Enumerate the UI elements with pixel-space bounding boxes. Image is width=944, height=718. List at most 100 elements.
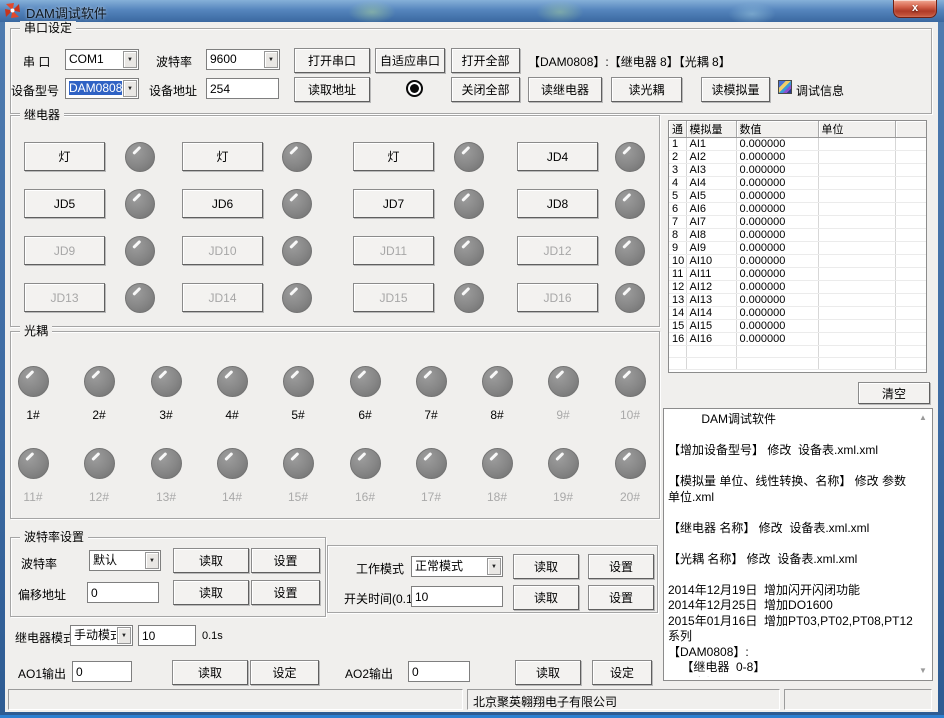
- read-address-button[interactable]: 读取地址: [294, 77, 370, 102]
- close-button[interactable]: x: [893, 0, 937, 18]
- open-port-button[interactable]: 打开串口: [294, 48, 370, 73]
- table-row[interactable]: 5AI50.000000: [669, 190, 926, 203]
- relay-button-7[interactable]: JD7: [353, 189, 434, 218]
- dropdown-arrow-icon[interactable]: ▼: [145, 552, 159, 569]
- table-row[interactable]: 15AI150.000000: [669, 320, 926, 333]
- table-cell: [895, 151, 926, 164]
- dropdown-arrow-icon[interactable]: ▼: [487, 558, 501, 575]
- ao1-input[interactable]: [72, 661, 132, 682]
- workmode-group: 工作模式 正常模式 ▼ 读取 设置 开关时间(0.1s) 读取 设置: [327, 545, 658, 613]
- offset-set-button[interactable]: 设置: [251, 580, 320, 605]
- table-cell: 0.000000: [736, 229, 818, 242]
- table-cell: 0.000000: [736, 333, 818, 346]
- table-row[interactable]: 11AI110.000000: [669, 268, 926, 281]
- relay-button-6[interactable]: JD6: [182, 189, 263, 218]
- table-row[interactable]: 3AI30.000000: [669, 164, 926, 177]
- relay-mode-time-input[interactable]: [138, 625, 196, 646]
- opto-led-1: [18, 366, 49, 397]
- table-row[interactable]: [669, 358, 926, 370]
- table-cell: 16: [669, 333, 686, 346]
- table-cell: 11: [669, 268, 686, 281]
- table-cell: AI12: [686, 281, 736, 294]
- table-row[interactable]: 7AI70.000000: [669, 216, 926, 229]
- table-row[interactable]: 4AI40.000000: [669, 177, 926, 190]
- table-cell: [818, 229, 895, 242]
- table-row[interactable]: 14AI140.000000: [669, 307, 926, 320]
- relay-led-1: [125, 142, 155, 172]
- table-row[interactable]: 8AI80.000000: [669, 229, 926, 242]
- clear-button[interactable]: 清空: [858, 382, 930, 404]
- relay-button-1[interactable]: 灯: [24, 142, 105, 171]
- opto-led-8: [482, 366, 513, 397]
- read-analog-button[interactable]: 读模拟量: [701, 77, 770, 102]
- table-row[interactable]: 10AI100.000000: [669, 255, 926, 268]
- dropdown-arrow-icon[interactable]: ▼: [117, 627, 131, 644]
- scroll-down-icon[interactable]: ▼: [917, 665, 929, 677]
- table-row[interactable]: 1AI10.000000: [669, 138, 926, 151]
- table-row[interactable]: 6AI60.000000: [669, 203, 926, 216]
- table-cell: [818, 320, 895, 333]
- table-cell: [895, 294, 926, 307]
- scroll-up-icon[interactable]: ▲: [917, 412, 929, 424]
- read-opto-button[interactable]: 读光耦: [611, 77, 682, 102]
- workmode-read-button[interactable]: 读取: [513, 554, 579, 579]
- adaptive-port-button[interactable]: 自适应串口: [375, 48, 445, 73]
- baud-read-button[interactable]: 读取: [173, 548, 249, 573]
- switch-time-read-button[interactable]: 读取: [513, 585, 579, 610]
- offset-read-button[interactable]: 读取: [173, 580, 249, 605]
- relay-button-2[interactable]: 灯: [182, 142, 263, 171]
- dropdown-arrow-icon[interactable]: ▼: [264, 51, 278, 68]
- table-cell: 0.000000: [736, 164, 818, 177]
- ao2-set-button[interactable]: 设定: [592, 660, 652, 685]
- open-all-button[interactable]: 打开全部: [451, 48, 520, 73]
- device-info-text: 【DAM0808】:【继电器 8】【光耦 8】: [528, 53, 731, 70]
- window-titlebar[interactable]: DAM调试软件 x: [0, 0, 944, 22]
- dropdown-arrow-icon[interactable]: ▼: [123, 51, 137, 68]
- table-row[interactable]: 13AI130.000000: [669, 294, 926, 307]
- relay-group-title: 继电器: [20, 108, 64, 122]
- opto-label-20: 20#: [605, 490, 655, 504]
- ao1-read-button[interactable]: 读取: [172, 660, 248, 685]
- table-cell: 0.000000: [736, 151, 818, 164]
- offset-input[interactable]: [87, 582, 159, 603]
- baud-rate-select[interactable]: 9600 ▼: [206, 49, 280, 70]
- workmode-set-button[interactable]: 设置: [588, 554, 654, 579]
- table-row[interactable]: 12AI120.000000: [669, 281, 926, 294]
- table-row[interactable]: 16AI160.000000: [669, 333, 926, 346]
- relay-button-8[interactable]: JD8: [517, 189, 598, 218]
- baud-setting-select[interactable]: 默认 ▼: [89, 550, 161, 571]
- table-cell: 10: [669, 255, 686, 268]
- debug-info-icon[interactable]: [778, 80, 792, 94]
- table-cell: AI3: [686, 164, 736, 177]
- read-relay-button[interactable]: 读继电器: [528, 77, 602, 102]
- log-panel[interactable]: DAM调试软件 【增加设备型号】 修改 设备表.xml.xml 【模拟量 单位、…: [663, 408, 933, 681]
- device-model-select[interactable]: DAM0808 ▼: [65, 78, 139, 99]
- switch-time-input[interactable]: [411, 586, 503, 607]
- com-port-value: COM1: [69, 50, 122, 69]
- relay-led-9: [125, 236, 155, 266]
- relay-button-13: JD13: [24, 283, 105, 312]
- ao1-set-button[interactable]: 设定: [250, 660, 319, 685]
- workmode-select[interactable]: 正常模式 ▼: [411, 556, 503, 577]
- device-address-input[interactable]: [206, 78, 279, 99]
- opto-led-11: [18, 448, 49, 479]
- table-cell: [895, 358, 926, 370]
- ao2-read-button[interactable]: 读取: [515, 660, 581, 685]
- baud-set-button[interactable]: 设置: [251, 548, 320, 573]
- dropdown-arrow-icon[interactable]: ▼: [123, 80, 137, 97]
- table-row[interactable]: 2AI20.000000: [669, 151, 926, 164]
- relay-button-3[interactable]: 灯: [353, 142, 434, 171]
- table-row[interactable]: [669, 346, 926, 358]
- close-all-button[interactable]: 关闭全部: [451, 77, 520, 102]
- relay-button-5[interactable]: JD5: [24, 189, 105, 218]
- com-port-select[interactable]: COM1 ▼: [65, 49, 139, 70]
- table-row[interactable]: 9AI90.000000: [669, 242, 926, 255]
- relay-button-9: JD9: [24, 236, 105, 265]
- table-cell: [736, 358, 818, 370]
- table-cell: 8: [669, 229, 686, 242]
- switch-time-set-button[interactable]: 设置: [588, 585, 654, 610]
- relay-button-4[interactable]: JD4: [517, 142, 598, 171]
- relay-mode-select[interactable]: 手动模式 ▼: [70, 625, 133, 646]
- ao2-input[interactable]: [408, 661, 470, 682]
- app-window: DAM调试软件 x 串口设定 串 口 COM1 ▼ 波特率 9600 ▼ 打开串…: [0, 0, 944, 718]
